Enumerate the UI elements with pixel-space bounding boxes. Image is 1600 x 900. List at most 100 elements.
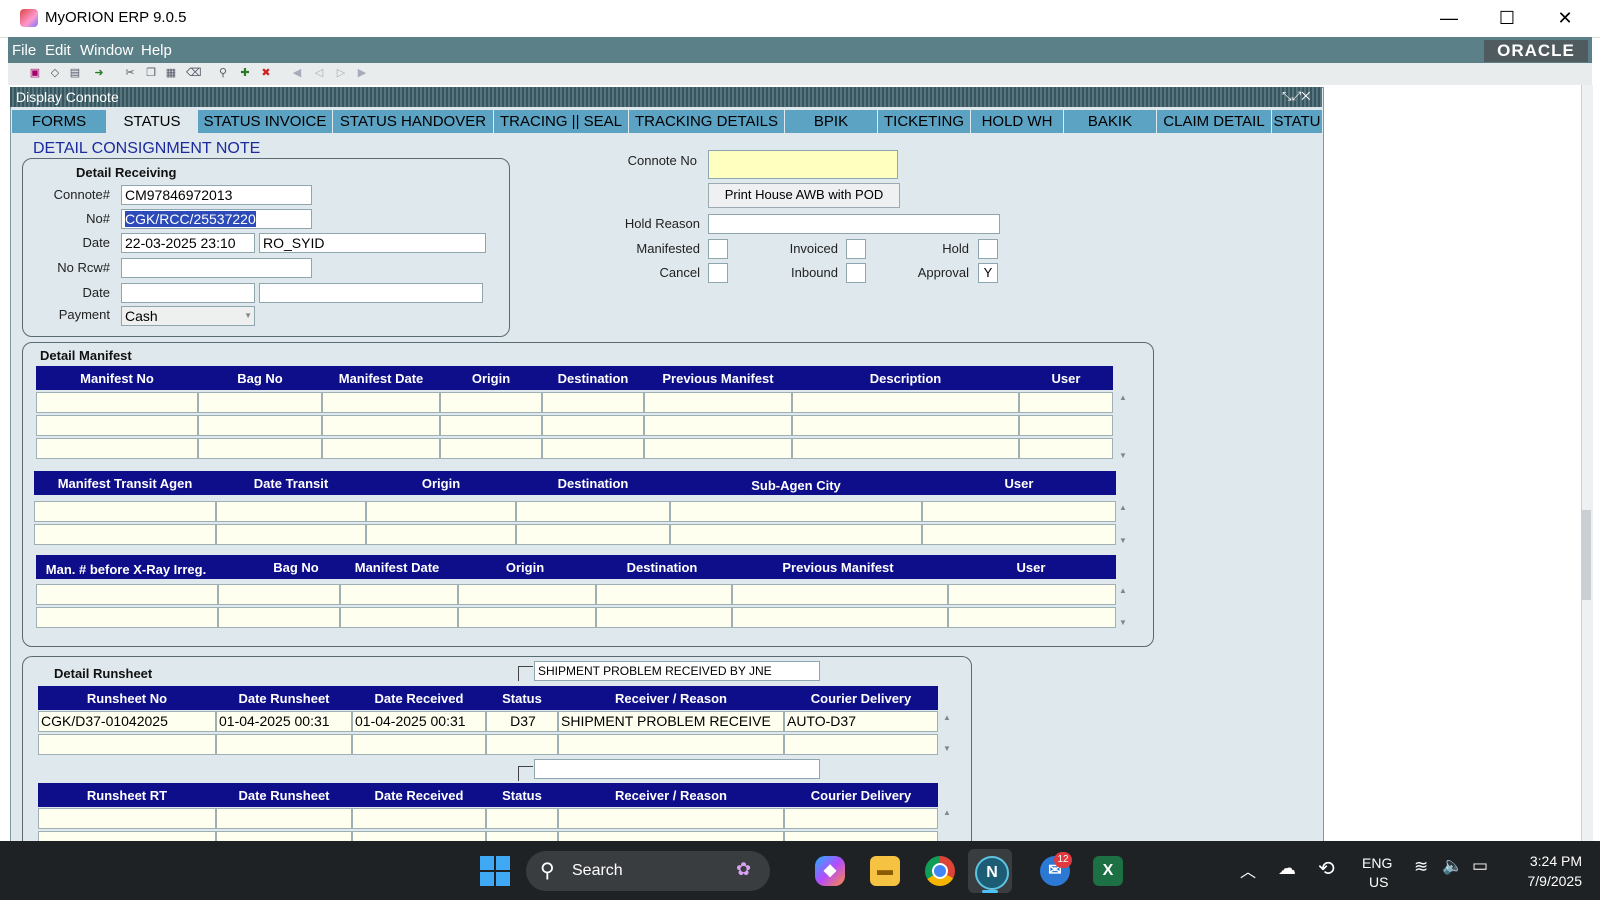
- scroll-up-icon[interactable]: ▲: [941, 713, 953, 722]
- tab-status-invoice[interactable]: STATUS INVOICE: [198, 110, 333, 133]
- courier-delivery-cell[interactable]: AUTO-D37: [784, 711, 938, 732]
- connote-field[interactable]: CM97846972013: [121, 185, 312, 205]
- battery-icon[interactable]: ▭: [1472, 856, 1488, 876]
- scroll-down-icon[interactable]: ▼: [941, 744, 953, 753]
- volume-icon[interactable]: 🔈: [1442, 856, 1463, 876]
- table-row[interactable]: [36, 438, 1113, 459]
- table-row[interactable]: CGK/D37-01042025 01-04-2025 00:31 01-04-…: [38, 711, 938, 732]
- exit-icon[interactable]: ➜: [92, 67, 106, 80]
- date2-field[interactable]: [121, 283, 255, 303]
- menu-file[interactable]: File: [12, 42, 36, 59]
- cancel-checkbox[interactable]: [708, 263, 728, 283]
- excel-icon[interactable]: X: [1093, 856, 1123, 886]
- table-row[interactable]: [36, 607, 1116, 628]
- date-field[interactable]: 22-03-2025 23:10: [121, 233, 255, 253]
- payment-select[interactable]: Cash ▼: [121, 306, 255, 326]
- menu-window[interactable]: Window: [80, 42, 133, 59]
- vertical-scrollbar[interactable]: [1581, 85, 1593, 841]
- date-received-cell[interactable]: 01-04-2025 00:31: [352, 711, 486, 732]
- last-record-icon[interactable]: ▶: [355, 67, 369, 80]
- print-house-awb-button[interactable]: Print House AWB with POD: [708, 183, 900, 208]
- table-row[interactable]: [36, 415, 1113, 436]
- date2-extra-field[interactable]: [259, 283, 483, 303]
- tab-ticketing[interactable]: TICKETING: [878, 110, 971, 133]
- tab-status-handover[interactable]: STATUS HANDOVER: [333, 110, 494, 133]
- tab-bakik[interactable]: BAKIK: [1064, 110, 1157, 133]
- tab-hold-wh[interactable]: HOLD WH: [971, 110, 1064, 133]
- scroll-up-icon[interactable]: ▲: [1117, 503, 1129, 512]
- scroll-up-icon[interactable]: ▲: [1117, 586, 1129, 595]
- menu-edit[interactable]: Edit: [45, 42, 71, 59]
- form-window-controls[interactable]: ⤡⤢✕: [1282, 89, 1310, 104]
- clock-time[interactable]: 3:24 PM: [1510, 853, 1582, 869]
- scroll-down-icon[interactable]: ▼: [1117, 451, 1129, 460]
- scroll-down-icon[interactable]: ▼: [1117, 536, 1129, 545]
- scissors-icon[interactable]: ✂: [123, 67, 137, 80]
- close-button[interactable]: ✕: [1536, 0, 1594, 37]
- insert-record-icon[interactable]: ✚: [238, 67, 252, 80]
- table-row[interactable]: [38, 734, 938, 755]
- clear-icon[interactable]: ⌫: [186, 67, 202, 80]
- no-field[interactable]: CGK/RCC/25537220: [121, 209, 312, 229]
- region-indicator[interactable]: US: [1369, 874, 1388, 890]
- tab-tracking-details[interactable]: TRACKING DETAILS: [629, 110, 785, 133]
- next-record-icon[interactable]: ▷: [334, 67, 348, 80]
- cut-icon[interactable]: ◇: [48, 67, 62, 80]
- table-row[interactable]: [34, 501, 1116, 522]
- tab-status[interactable]: STATUS: [107, 110, 198, 133]
- tab-tracing-seal[interactable]: TRACING || SEAL: [494, 110, 629, 133]
- manifested-checkbox[interactable]: [708, 239, 728, 259]
- hold-reason-field[interactable]: [708, 214, 1000, 234]
- enter-query-icon[interactable]: ⚲: [216, 67, 230, 80]
- maximize-button[interactable]: ☐: [1478, 0, 1536, 37]
- chevron-up-icon[interactable]: ︿: [1240, 858, 1256, 882]
- col-runsheet-no: Runsheet No: [86, 691, 168, 706]
- minimize-button[interactable]: —: [1420, 0, 1478, 37]
- file-explorer-icon[interactable]: ▬: [870, 856, 900, 886]
- form-title: Display Connote: [16, 89, 119, 105]
- scroll-up-icon[interactable]: ▲: [941, 808, 953, 817]
- table-row[interactable]: [34, 524, 1116, 545]
- first-record-icon[interactable]: ◀: [290, 67, 304, 80]
- clock-date[interactable]: 7/9/2025: [1510, 873, 1583, 889]
- invoiced-checkbox[interactable]: [846, 239, 866, 259]
- menu-help[interactable]: Help: [141, 42, 172, 59]
- language-indicator[interactable]: ENG: [1362, 855, 1392, 871]
- table-row[interactable]: [36, 584, 1116, 605]
- copy-icon[interactable]: ❐: [144, 67, 158, 80]
- scroll-down-icon[interactable]: ▼: [1117, 618, 1129, 627]
- chevron-down-icon[interactable]: ▼: [244, 307, 252, 325]
- tab-claim-detail[interactable]: CLAIM DETAIL: [1157, 110, 1272, 133]
- tab-bpik[interactable]: BPIK: [785, 110, 878, 133]
- approval-field[interactable]: Y: [978, 263, 998, 283]
- scroll-up-icon[interactable]: ▲: [1117, 393, 1129, 402]
- orion-app-icon[interactable]: N: [975, 856, 1009, 890]
- tab-forms[interactable]: FORMS: [12, 110, 107, 133]
- runsheet-no-cell[interactable]: CGK/D37-01042025: [38, 711, 216, 732]
- cloud-icon[interactable]: ☁: [1278, 858, 1296, 879]
- hold-checkbox[interactable]: [978, 239, 998, 259]
- table-row[interactable]: [38, 831, 938, 841]
- sync-icon[interactable]: ⟲: [1318, 856, 1335, 881]
- print-icon[interactable]: ▤: [68, 67, 82, 80]
- receiver-reason-cell[interactable]: SHIPMENT PROBLEM RECEIVE: [558, 711, 784, 732]
- delete-record-icon[interactable]: ✖: [259, 67, 273, 80]
- scrollbar-thumb[interactable]: [1582, 510, 1591, 600]
- status-cell[interactable]: D37: [486, 711, 558, 732]
- table-row[interactable]: [38, 808, 938, 829]
- tab-statu[interactable]: STATU: [1272, 110, 1323, 133]
- chrome-icon[interactable]: [925, 856, 955, 886]
- inbound-checkbox[interactable]: [846, 263, 866, 283]
- save-icon[interactable]: ▣: [28, 67, 42, 80]
- table-row[interactable]: [36, 392, 1113, 413]
- search-box[interactable]: ⚲ Search ✿: [526, 851, 770, 891]
- previous-record-icon[interactable]: ◁: [312, 67, 326, 80]
- copilot-icon[interactable]: ◆: [815, 856, 845, 886]
- no-rcw-field[interactable]: [121, 258, 312, 278]
- paste-icon[interactable]: ▦: [164, 67, 178, 80]
- start-icon[interactable]: [480, 856, 510, 886]
- connote-no-field[interactable]: [708, 150, 898, 179]
- wifi-icon[interactable]: ≋: [1414, 857, 1428, 877]
- date-runsheet-cell[interactable]: 01-04-2025 00:31: [216, 711, 352, 732]
- user-field[interactable]: RO_SYID: [259, 233, 486, 253]
